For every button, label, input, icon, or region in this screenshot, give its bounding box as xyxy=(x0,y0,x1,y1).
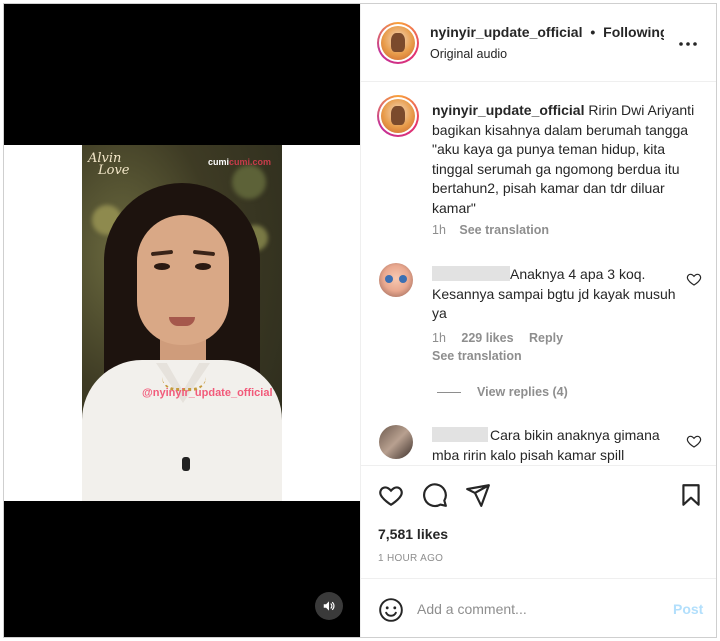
emoji-icon[interactable] xyxy=(378,597,404,623)
caption-username[interactable]: nyinyir_update_official xyxy=(432,102,584,118)
author-line: nyinyir_update_official • Following xyxy=(430,24,664,40)
author-username[interactable]: nyinyir_update_official xyxy=(430,24,582,40)
eye xyxy=(195,263,211,270)
caption-see-translation[interactable]: See translation xyxy=(459,223,549,237)
comment-input[interactable] xyxy=(417,597,657,621)
caption-body: Ririn Dwi Ariyanti bagikan kisahnya dala… xyxy=(432,102,695,216)
caption-author-avatar[interactable] xyxy=(377,95,419,137)
alvin-love-logo: Alvin Love xyxy=(88,152,130,178)
header-separator: • xyxy=(590,24,596,40)
replies-divider xyxy=(437,391,461,393)
heart-icon[interactable] xyxy=(378,482,404,508)
view-replies-button[interactable]: View replies (4) xyxy=(437,385,568,399)
media-panel: Alvin Love cumicumi.com @nyinyir_update_… xyxy=(4,4,360,637)
video-player[interactable]: Alvin Love cumicumi.com @nyinyir_update_… xyxy=(4,145,360,501)
commenter-avatar[interactable] xyxy=(379,263,413,297)
comment-likes[interactable]: 229 likes xyxy=(461,331,513,345)
heart-icon[interactable] xyxy=(686,433,702,449)
post-header: nyinyir_update_official • Following Orig… xyxy=(361,4,716,82)
background-bokeh xyxy=(232,165,266,199)
post-comment-button[interactable]: Post xyxy=(673,601,703,617)
post-timestamp: 1 HOUR AGO xyxy=(378,553,444,564)
comment-text: Anaknya 4 apa 3 koq. Kesannya sampai bgt… xyxy=(432,265,677,324)
post-actions: 7,581 likes 1 HOUR AGO xyxy=(361,465,716,578)
comment-text: Cara bikin anaknya gimana mba ririn kalo… xyxy=(432,426,677,464)
comment-reply-button[interactable]: Reply xyxy=(529,331,563,345)
add-comment-bar: Post xyxy=(361,578,716,637)
likes-count[interactable]: 7,581 likes xyxy=(378,526,448,542)
subject-face xyxy=(137,215,229,345)
comment-icon[interactable] xyxy=(422,482,448,508)
comments-section[interactable]: nyinyir_update_official Ririn Dwi Ariyan… xyxy=(361,83,716,464)
caption-meta: 1h See translation xyxy=(432,223,549,237)
redacted-username xyxy=(432,427,488,442)
eyebrow xyxy=(150,249,174,257)
lapel-mic xyxy=(182,457,190,471)
video-watermark: @nyinyir_update_official xyxy=(142,387,273,399)
audio-link[interactable]: Original audio xyxy=(430,47,507,61)
commenter-avatar[interactable] xyxy=(379,425,413,459)
instagram-post-window: Alvin Love cumicumi.com @nyinyir_update_… xyxy=(3,3,717,638)
comment-meta: 1h 229 likes Reply xyxy=(432,331,563,345)
post-caption: nyinyir_update_official Ririn Dwi Ariyan… xyxy=(432,101,702,218)
logo-prefix: cumi xyxy=(208,157,230,167)
following-button[interactable]: Following xyxy=(603,24,664,40)
send-icon[interactable] xyxy=(465,482,491,508)
view-replies-label: View replies (4) xyxy=(477,385,568,399)
video-frame: Alvin Love cumicumi.com @nyinyir_update_… xyxy=(82,145,282,501)
heart-icon[interactable] xyxy=(686,271,702,287)
post-details-panel: nyinyir_update_official • Following Orig… xyxy=(360,4,716,637)
cumicumi-logo: cumicumi.com xyxy=(208,157,271,167)
more-horizontal-icon xyxy=(679,42,697,46)
author-avatar[interactable] xyxy=(377,22,419,64)
bookmark-icon[interactable] xyxy=(678,482,704,508)
speaker-icon xyxy=(323,601,335,611)
logo-suffix: cumi.com xyxy=(229,157,272,167)
eye xyxy=(154,263,170,270)
comment-see-translation[interactable]: See translation xyxy=(432,349,522,363)
comment-time: 1h xyxy=(432,331,446,345)
logo-line-2: Love xyxy=(98,163,130,178)
caption-time: 1h xyxy=(432,223,446,237)
mouth xyxy=(169,317,195,326)
more-options-button[interactable] xyxy=(676,32,700,56)
eyebrow xyxy=(192,249,216,257)
sound-toggle-button[interactable] xyxy=(315,592,343,620)
redacted-username xyxy=(432,266,510,281)
